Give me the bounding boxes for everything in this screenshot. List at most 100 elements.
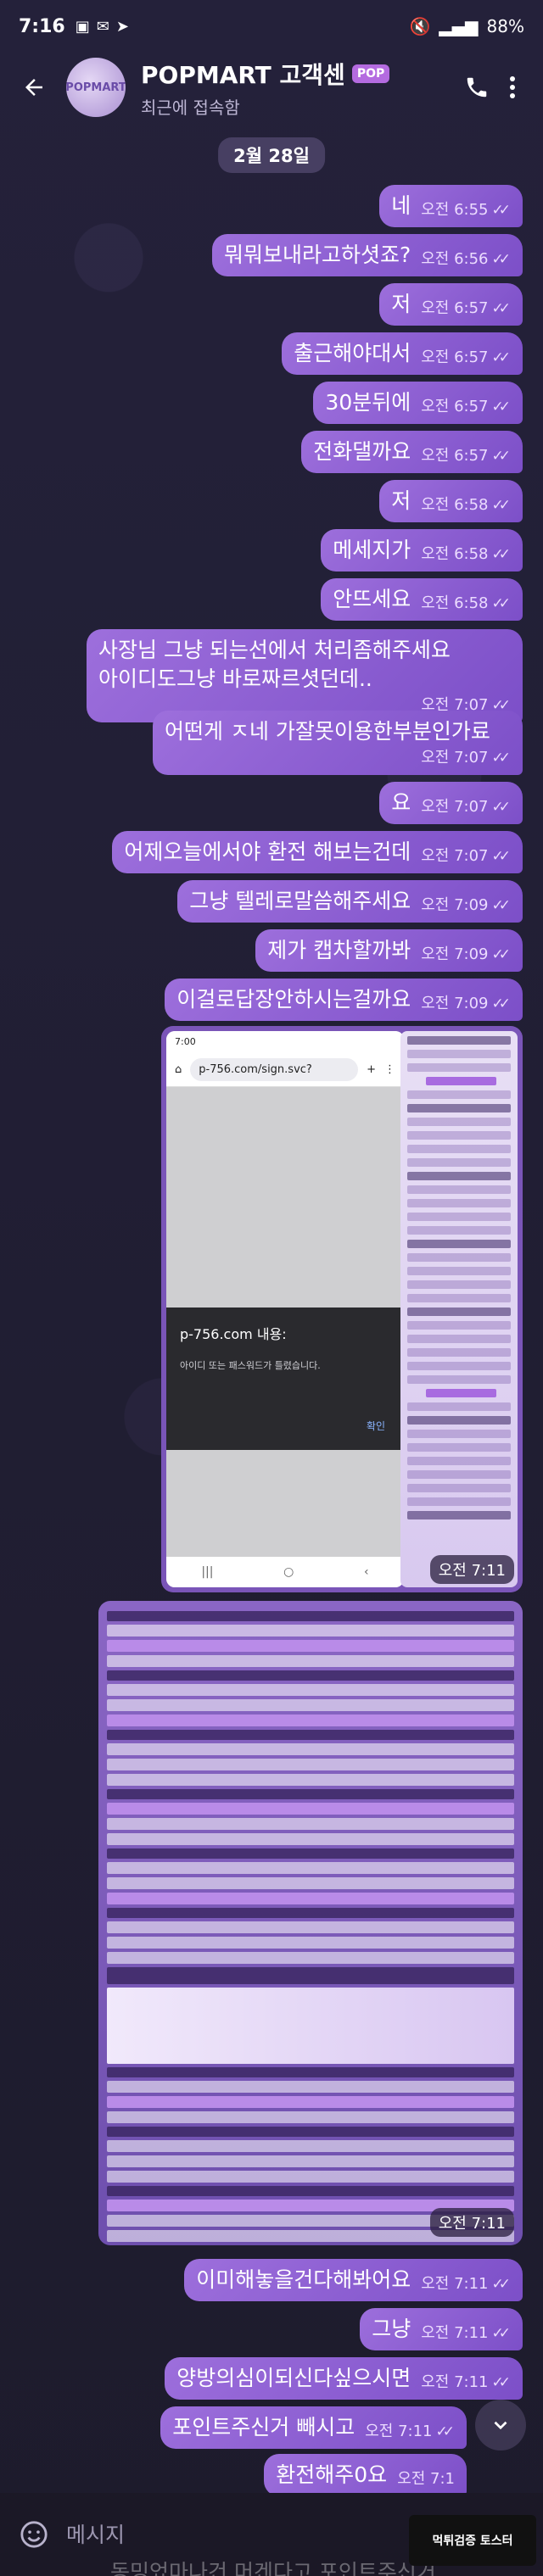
message-bubble[interactable]: 안뜨세요 오전 6:58 ✓✓ bbox=[321, 578, 523, 621]
message-text: 뭐뭐보내라고하셧죠? bbox=[223, 243, 411, 267]
double-check-icon: ✓✓ bbox=[435, 2423, 455, 2440]
emoji-button[interactable] bbox=[14, 2514, 54, 2555]
double-check-icon: ✓✓ bbox=[491, 2276, 511, 2293]
message-time: 오전 6:58 bbox=[421, 545, 489, 563]
message-time: 오전 6:57 bbox=[421, 398, 489, 415]
message-bubble[interactable]: 저 오전 6:57 ✓✓ bbox=[379, 283, 523, 326]
message-time: 오전 7:1 bbox=[397, 2470, 455, 2488]
phone-nav-bar: ||| ○ ‹ bbox=[166, 1557, 404, 1587]
double-check-icon: ✓✓ bbox=[491, 448, 511, 465]
message-text: 30분뒤에 bbox=[325, 390, 411, 415]
title-block[interactable]: POPMART 고객센 POP 최근에 접속함 bbox=[141, 57, 456, 119]
message-bubble[interactable]: 포인트주신거 빼시고 오전 7:11 ✓✓ bbox=[160, 2406, 467, 2449]
message-bubble[interactable]: 양방의심이되신다싶으시면 오전 7:11 ✓✓ bbox=[165, 2357, 523, 2400]
message-time: 오전 7:09 bbox=[421, 995, 489, 1012]
image-message[interactable]: 오전 7:11 bbox=[98, 1601, 523, 2245]
double-check-icon: ✓✓ bbox=[491, 349, 511, 366]
mute-icon: 🔇 bbox=[409, 16, 431, 36]
message-bubble[interactable]: 30분뒤에 오전 6:57 ✓✓ bbox=[313, 382, 523, 424]
media-time: 오전 7:11 bbox=[429, 2208, 514, 2237]
message-time: 오전 7:09 bbox=[421, 945, 489, 963]
message-time: 오전 7:07 bbox=[421, 749, 489, 767]
message-bubble[interactable]: 환전해주0요 오전 7:1 bbox=[264, 2454, 467, 2496]
scroll-down-button[interactable] bbox=[475, 2400, 526, 2451]
recents-icon: ||| bbox=[201, 1565, 214, 1579]
message-bubble[interactable]: 전화댈까요 오전 6:57 ✓✓ bbox=[301, 431, 523, 473]
message-text: 요 bbox=[391, 790, 411, 815]
message-text: 전화댈까요 bbox=[313, 439, 411, 464]
message-text: 어떤게 ㅈ네 가잘못이용한부분인가료 bbox=[165, 719, 490, 744]
message-bubble[interactable]: 출근해야대서 오전 6:57 ✓✓ bbox=[282, 332, 523, 375]
message-bubble[interactable]: 어제오늘에서야 환전 해보는건데 오전 7:07 ✓✓ bbox=[112, 831, 523, 873]
phone-screenshot: 7:00 ⌂ p-756.com/sign.svc? + ⋮ p-756.com… bbox=[166, 1031, 404, 1587]
message-bubble[interactable]: 저 오전 6:58 ✓✓ bbox=[379, 480, 523, 522]
message-time: 오전 7:11 bbox=[365, 2423, 433, 2440]
message-bubble[interactable]: 사장님 그냥 되는선에서 처리좀해주세요 아이디도그냥 바로짜르셧던데.. 오전… bbox=[87, 629, 523, 722]
back-button[interactable] bbox=[15, 69, 53, 106]
watermark-logo: 먹튀검증 토스터 bbox=[409, 2515, 536, 2566]
signal-icon: ▂▄▆ bbox=[439, 16, 479, 36]
home-icon: ⌂ bbox=[175, 1063, 182, 1076]
message-time: 오전 6:56 bbox=[421, 250, 489, 268]
pop-badge: POP bbox=[351, 64, 390, 83]
arrow-left-icon bbox=[25, 79, 42, 96]
double-check-icon: ✓✓ bbox=[491, 595, 511, 612]
call-button[interactable] bbox=[456, 67, 497, 108]
message-text: 메세지가 bbox=[333, 538, 411, 562]
message-text: 양방의심이되신다싶으시면 bbox=[176, 2366, 411, 2390]
double-check-icon: ✓✓ bbox=[491, 848, 511, 865]
phone-status: 7:00 bbox=[166, 1031, 404, 1053]
message-text: 이걸로답장안하시는걸까요 bbox=[176, 987, 411, 1012]
double-check-icon: ✓✓ bbox=[491, 2325, 511, 2342]
message-bubble[interactable]: 네 오전 6:55 ✓✓ bbox=[379, 185, 523, 227]
message-text: 안뜨세요 bbox=[333, 587, 411, 611]
message-text: 그냥 텔레로말씀해주세요 bbox=[189, 889, 411, 913]
plus-icon: + bbox=[367, 1063, 376, 1076]
dialog-ok: 확인 bbox=[366, 1420, 385, 1432]
more-vertical-icon bbox=[510, 76, 515, 98]
message-bubble[interactable]: 그냥 오전 7:11 ✓✓ bbox=[360, 2308, 523, 2350]
double-check-icon: ✓✓ bbox=[491, 546, 511, 563]
phone-icon bbox=[467, 77, 487, 98]
message-bubble[interactable]: 메세지가 오전 6:58 ✓✓ bbox=[321, 529, 523, 572]
message-bubble[interactable]: 이걸로답장안하시는걸까요 오전 7:09 ✓✓ bbox=[165, 979, 523, 1021]
message-bubble[interactable]: 제가 캡차할까봐 오전 7:09 ✓✓ bbox=[255, 929, 523, 972]
message-text: 이미해놓을건다해봐어요 bbox=[196, 2267, 411, 2292]
message-bubble[interactable]: 어떤게 ㅈ네 가잘못이용한부분인가료 오전 7:07 ✓✓ bbox=[153, 711, 523, 775]
message-text: 어제오늘에서야 환전 해보는건데 bbox=[124, 839, 411, 864]
message-time: 오전 6:57 bbox=[421, 447, 489, 465]
browser-bar: ⌂ p-756.com/sign.svc? + ⋮ bbox=[166, 1053, 404, 1087]
message-text: 그냥 bbox=[372, 2317, 411, 2341]
smiley-icon bbox=[20, 2521, 48, 2548]
message-time: 오전 7:07 bbox=[421, 798, 489, 816]
chevron-down-icon bbox=[494, 2421, 507, 2430]
message-time: 오전 7:11 bbox=[421, 2373, 489, 2391]
message-bubble[interactable]: 이미해놓을건다해봐어요 오전 7:11 ✓✓ bbox=[184, 2259, 523, 2301]
more-menu-button[interactable] bbox=[497, 67, 528, 108]
double-check-icon: ✓✓ bbox=[491, 995, 511, 1012]
url-field: p-756.com/sign.svc? bbox=[190, 1058, 359, 1081]
double-check-icon: ✓✓ bbox=[491, 399, 511, 415]
avatar-label: POPMART bbox=[66, 81, 126, 94]
message-text: 사장님 그냥 되는선에서 처리좀해주세요 아이디도그냥 바로짜르셧던데.. bbox=[98, 638, 451, 691]
back-chevron-icon: ‹ bbox=[364, 1565, 369, 1579]
chat-title: POPMART 고객센 bbox=[141, 60, 345, 89]
message-bubble[interactable]: 요 오전 7:07 ✓✓ bbox=[379, 782, 523, 824]
double-check-icon: ✓✓ bbox=[491, 300, 511, 317]
alert-dialog: p-756.com 내용: 아이디 또는 패스워드가 틀렸습니다. 확인 bbox=[166, 1308, 404, 1450]
double-check-icon: ✓✓ bbox=[491, 750, 511, 767]
home-circle-icon: ○ bbox=[283, 1565, 294, 1579]
message-bubble[interactable]: 뭐뭐보내라고하셧죠? 오전 6:56 ✓✓ bbox=[211, 234, 523, 276]
media-time: 오전 7:11 bbox=[429, 1555, 514, 1584]
double-check-icon: ✓✓ bbox=[491, 2374, 511, 2391]
message-text: 네 bbox=[391, 193, 411, 218]
message-bubble[interactable]: 그냥 텔레로말씀해주세요 오전 7:09 ✓✓ bbox=[177, 880, 523, 923]
status-bar: 7:16 ▣ ✉ ➤ 🔇 ▂▄▆ 88% bbox=[0, 0, 543, 53]
message-text: 출근해야대서 bbox=[294, 341, 411, 365]
message-text: 제가 캡차할까봐 bbox=[267, 938, 411, 962]
gallery-icon: ▣ bbox=[75, 17, 90, 36]
dialog-title: p-756.com 내용: bbox=[180, 1326, 287, 1342]
double-check-icon: ✓✓ bbox=[491, 251, 511, 268]
image-message[interactable]: 7:00 ⌂ p-756.com/sign.svc? + ⋮ p-756.com… bbox=[161, 1026, 523, 1592]
avatar[interactable]: POPMART bbox=[66, 58, 126, 117]
